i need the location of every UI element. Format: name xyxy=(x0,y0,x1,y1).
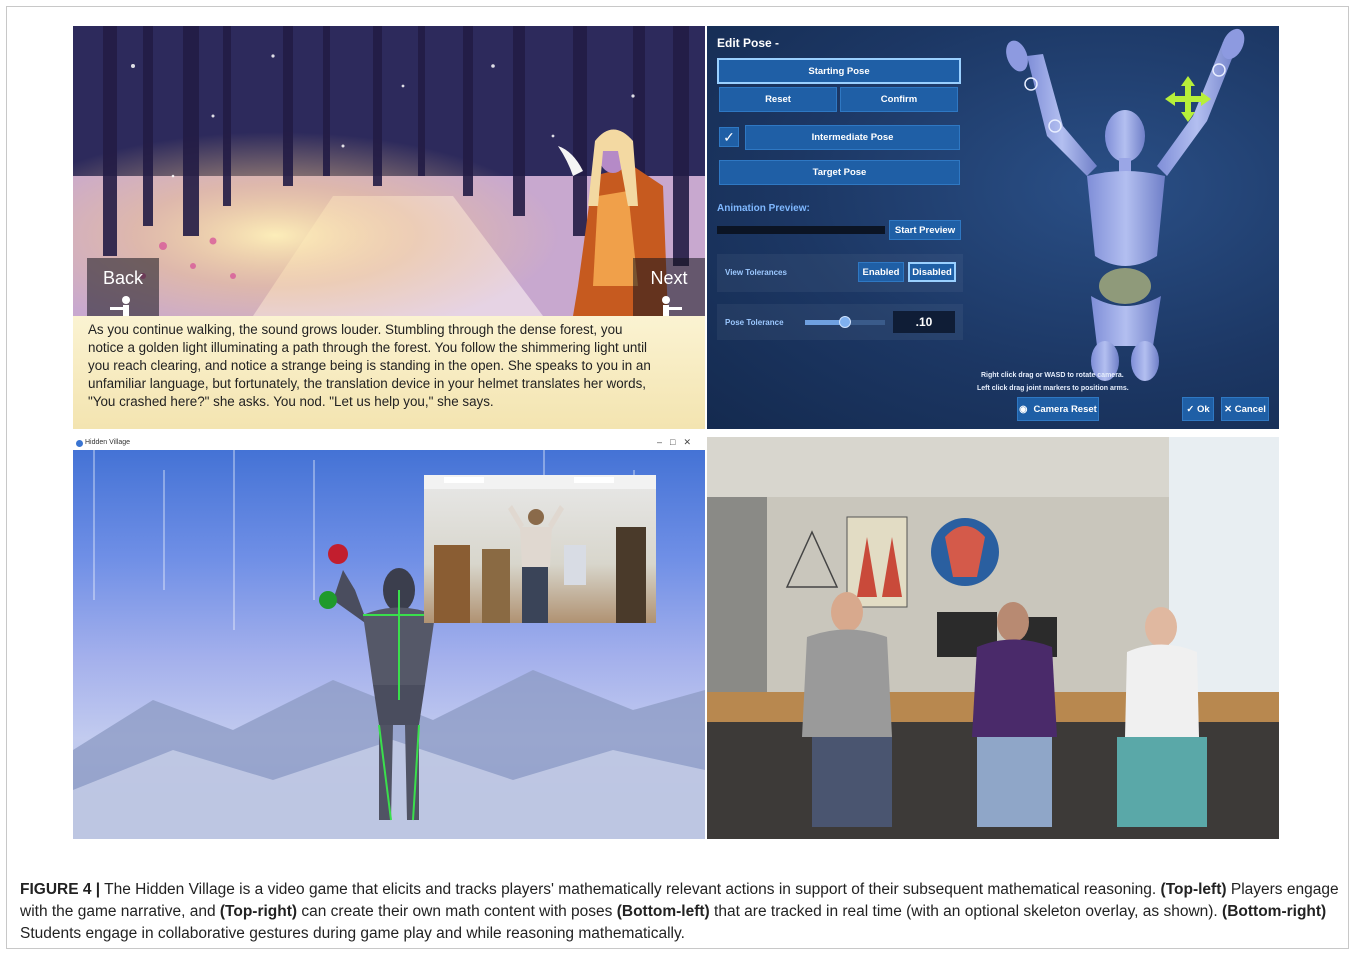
mannequin-model xyxy=(1006,28,1245,381)
figure-label: FIGURE 4 | xyxy=(20,881,101,898)
checkmark-icon: ✓ xyxy=(723,128,735,145)
window-titlebar: Hidden Village –□✕ xyxy=(73,437,705,450)
edit-pose-panel: Edit Pose - Starting Pose Reset Confirm … xyxy=(707,26,1279,429)
story-line: unfamiliar language, but fortunately, th… xyxy=(88,376,646,391)
slider-thumb[interactable] xyxy=(839,316,851,328)
pose-tolerance-slider[interactable] xyxy=(805,316,885,328)
camera-reset-label: Camera Reset xyxy=(1033,403,1097,415)
intermediate-pose-button[interactable]: Intermediate Pose xyxy=(745,125,960,150)
forest-scene xyxy=(73,26,705,316)
classroom-photo-panel xyxy=(707,437,1279,839)
game-tracking-panel: Hidden Village –□✕ xyxy=(73,437,705,839)
story-line: As you continue walking, the sound grows… xyxy=(88,322,623,337)
confirm-button[interactable]: Confirm xyxy=(840,87,958,112)
caption-text: The Hidden Village is a video game that … xyxy=(100,881,1161,898)
caption-keyword: (Top-right) xyxy=(219,903,298,920)
caption-text: can create their own math content with p… xyxy=(297,903,617,920)
window-controls[interactable]: –□✕ xyxy=(657,437,699,448)
disabled-button[interactable]: Disabled xyxy=(908,262,956,282)
intermediate-pose-checkbox[interactable]: ✓ xyxy=(719,127,739,147)
caption-text: Students engage in collaborative gesture… xyxy=(20,925,685,942)
story-line: you reach clearing, and notice a strange… xyxy=(88,358,651,373)
caption-text: that are tracked in real time (with an o… xyxy=(709,903,1223,920)
next-label: Next xyxy=(650,268,688,288)
starting-pose-button[interactable]: Starting Pose xyxy=(717,58,961,84)
caption-keyword: (Bottom-right) xyxy=(1222,903,1327,920)
camera-feed-overlay xyxy=(424,475,656,623)
webcam-image xyxy=(424,475,656,623)
start-preview-button[interactable]: Start Preview xyxy=(889,220,961,240)
eye-icon: ◉ xyxy=(1019,403,1028,415)
reset-button[interactable]: Reset xyxy=(719,87,837,112)
caption-keyword: (Top-left) xyxy=(1160,881,1227,898)
target-pose-button[interactable]: Target Pose xyxy=(719,160,960,185)
story-line: notice a golden light illuminating a pat… xyxy=(88,340,648,355)
camera-hint: Right click drag or WASD to rotate camer… xyxy=(981,372,1124,379)
joint-hint: Left click drag joint markers to positio… xyxy=(977,385,1129,392)
app-icon xyxy=(76,440,83,447)
game-narrative-panel: Back Next As you continue walking, the s… xyxy=(73,26,705,429)
figure-caption: FIGURE 4 | The Hidden Village is a video… xyxy=(20,879,1340,945)
caption-keyword: (Bottom-left) xyxy=(616,903,710,920)
cancel-button[interactable]: ✕ Cancel xyxy=(1221,397,1269,421)
ok-button[interactable]: ✓ Ok xyxy=(1182,397,1214,421)
animation-preview-track[interactable] xyxy=(717,226,885,234)
story-line: "You crashed here?" she asks. You nod. "… xyxy=(88,394,494,409)
pose-tolerance-value[interactable]: .10 xyxy=(893,311,955,333)
view-tolerances-label: View Tolerances xyxy=(725,268,787,277)
window-title: Hidden Village xyxy=(85,439,131,446)
enabled-button[interactable]: Enabled xyxy=(858,262,904,282)
back-label: Back xyxy=(102,268,144,288)
edit-pose-title: Edit Pose - xyxy=(717,36,780,50)
pose-tolerance-label: Pose Tolerance xyxy=(725,318,784,327)
classroom-photo xyxy=(707,437,1279,839)
story-text: As you continue walking, the sound grows… xyxy=(73,316,705,429)
camera-reset-button[interactable]: ◉ Camera Reset xyxy=(1017,397,1099,421)
animation-preview-label: Animation Preview: xyxy=(717,203,810,214)
